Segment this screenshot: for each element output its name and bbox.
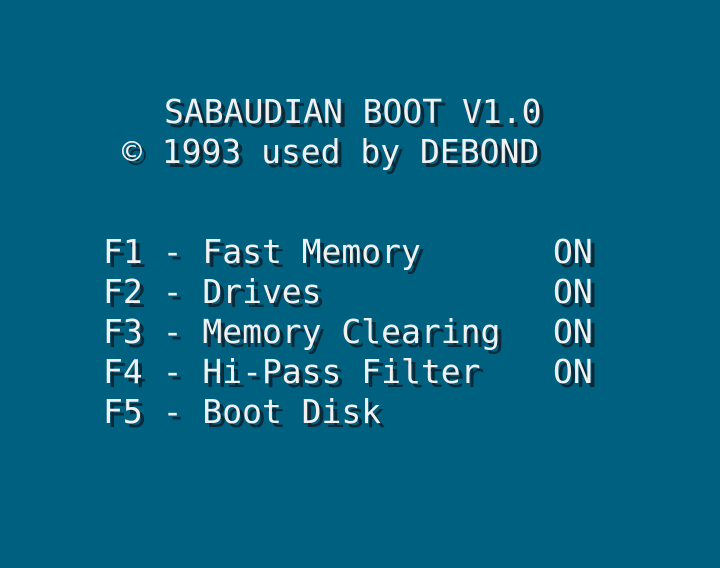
boot-menu: F1 - Fast Memory ON F2 - Drives ON F3 - … — [103, 232, 623, 432]
menu-item-memory-clearing[interactable]: F3 - Memory Clearing ON — [103, 312, 623, 352]
menu-item-state: ON — [553, 352, 593, 391]
menu-item-label[interactable]: F5 - Boot Disk — [103, 392, 381, 432]
menu-item-label[interactable]: F4 - Hi-Pass Filter — [103, 352, 481, 392]
copyright-line: © 1993 used by DEBOND — [122, 132, 540, 171]
menu-item-state: ON — [553, 232, 593, 271]
menu-item-hi-pass-filter[interactable]: F4 - Hi-Pass Filter ON — [103, 352, 623, 392]
menu-item-drives[interactable]: F2 - Drives ON — [103, 272, 623, 312]
menu-item-state: ON — [553, 312, 593, 351]
menu-item-label[interactable]: F1 - Fast Memory — [103, 232, 421, 272]
menu-item-label[interactable]: F2 - Drives — [103, 272, 322, 312]
boot-title: SABAUDIAN BOOT V1.0 — [164, 92, 542, 131]
boot-screen: SABAUDIAN BOOT V1.0 © 1993 used by DEBON… — [0, 0, 720, 568]
menu-item-boot-disk[interactable]: F5 - Boot Disk — [103, 392, 623, 432]
menu-item-state: ON — [553, 272, 593, 311]
menu-item-label[interactable]: F3 - Memory Clearing — [103, 312, 500, 352]
menu-item-fast-memory[interactable]: F1 - Fast Memory ON — [103, 232, 623, 272]
